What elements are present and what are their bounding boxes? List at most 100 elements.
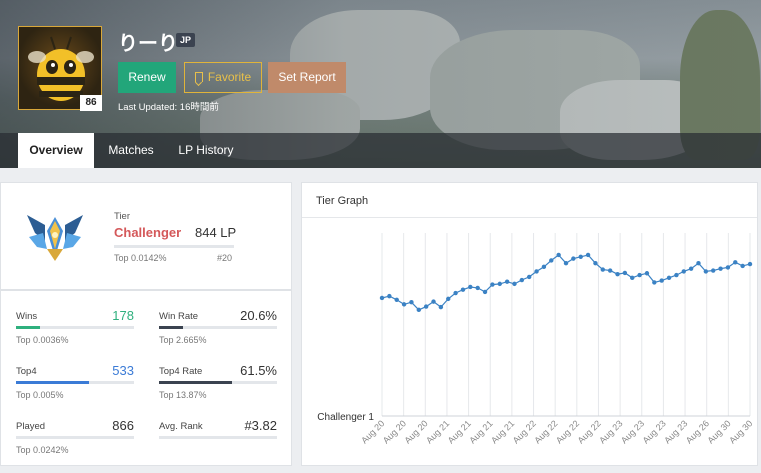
data-point[interactable] [423, 304, 429, 309]
tier-graph-chart: Aug 20Aug 20Aug 20Aug 21Aug 21Aug 21Aug … [317, 233, 754, 446]
x-tick-label: Aug 20 [381, 418, 408, 445]
rank-card: Tier Challenger 844 LP Top 0.0142% #20 [0, 182, 292, 290]
x-tick-label: Aug 22 [511, 418, 538, 445]
data-point[interactable] [703, 269, 709, 274]
x-tick-label: Aug 26 [684, 418, 711, 445]
x-tick-label: Aug 21 [489, 418, 516, 445]
data-point[interactable] [630, 275, 635, 281]
favorite-label: Favorite [207, 70, 252, 84]
stat-value: 61.5% [240, 363, 277, 378]
tier-graph-card: Tier Graph Aug 20 Aug 20 Aug 20 Aug 21 Aug 2… [301, 182, 758, 466]
data-point[interactable] [482, 289, 488, 295]
y-tick-label: Challenger 1 [317, 412, 374, 423]
data-point[interactable] [696, 260, 701, 266]
data-point[interactable] [468, 284, 473, 290]
x-tick-label: Aug 21 [446, 418, 473, 445]
stat-label: Win Rate [159, 311, 199, 322]
tab-lp-history[interactable]: LP History [168, 133, 244, 168]
bookmark-icon [194, 72, 203, 82]
data-point[interactable] [666, 275, 672, 281]
data-point[interactable] [688, 266, 694, 271]
last-updated: Last Updated: 16時間前 [118, 102, 219, 113]
stat-bar [16, 436, 134, 439]
data-point[interactable] [637, 272, 642, 278]
summoner-name: りーり [118, 33, 178, 55]
data-point[interactable] [446, 296, 451, 302]
data-point[interactable] [563, 260, 569, 266]
stat-bar-fill [159, 381, 232, 384]
data-point[interactable] [674, 272, 679, 278]
tier-name: Challenger [114, 225, 182, 240]
data-point[interactable] [718, 266, 723, 271]
data-point[interactable] [725, 265, 731, 270]
data-point[interactable] [549, 258, 554, 263]
x-tick-label: Aug 21 [424, 418, 451, 445]
data-point[interactable] [681, 269, 686, 274]
data-point[interactable] [409, 299, 414, 305]
data-point[interactable] [747, 261, 753, 267]
data-point[interactable] [644, 271, 650, 276]
renew-button[interactable]: Renew [118, 62, 176, 93]
tab-matches[interactable]: Matches [96, 133, 166, 168]
stat-label: Top4 [16, 366, 37, 377]
data-point[interactable] [740, 263, 745, 269]
stat-sub: Top 0.005% [16, 390, 64, 400]
data-point[interactable] [607, 268, 613, 273]
data-point[interactable] [416, 307, 421, 313]
data-point[interactable] [460, 287, 466, 292]
stat-bar [16, 326, 134, 329]
stat-bar-fill [16, 381, 89, 384]
x-tick-label: Aug 23 [662, 418, 689, 445]
stat-label: Played [16, 421, 46, 432]
data-point[interactable] [387, 293, 392, 299]
favorite-button[interactable]: Favorite [184, 62, 262, 93]
x-tick-label: Aug 22 [576, 418, 603, 445]
stat-value: 178 [112, 308, 134, 323]
data-point[interactable] [571, 256, 576, 261]
data-point[interactable] [490, 282, 495, 287]
stat-sub: Top 2.665% [159, 335, 207, 345]
data-point[interactable] [593, 260, 598, 266]
x-tick-label: Aug 23 [641, 418, 668, 445]
data-point[interactable] [504, 279, 510, 284]
stat-value: 20.6% [240, 308, 277, 323]
data-point[interactable] [622, 270, 628, 276]
region-badge: JP [176, 33, 196, 47]
stats-card: Wins 178 Top 0.0036% Win Rate 20.6% Top … [0, 290, 292, 466]
set-report-button[interactable]: Set Report [268, 62, 346, 93]
stat-bar [159, 381, 277, 384]
tier-ladder-rank: #20 [217, 253, 233, 263]
data-point[interactable] [379, 295, 385, 301]
data-point[interactable] [652, 280, 657, 285]
data-point[interactable] [497, 281, 502, 287]
stat-bar-fill [16, 326, 40, 329]
tier-graph-title: Tier Graph [316, 195, 369, 207]
data-point[interactable] [453, 290, 458, 296]
data-point[interactable] [585, 252, 591, 258]
data-point[interactable] [519, 277, 525, 283]
data-point[interactable] [556, 252, 561, 258]
data-point[interactable] [527, 274, 532, 280]
lp-value: 844 LP [195, 225, 237, 240]
stat-bar [159, 326, 277, 329]
data-point[interactable] [512, 281, 517, 287]
data-point[interactable] [733, 260, 738, 265]
data-point[interactable] [475, 285, 480, 291]
data-point[interactable] [394, 297, 399, 302]
data-point[interactable] [438, 304, 444, 310]
data-point[interactable] [659, 278, 664, 283]
data-point[interactable] [615, 271, 620, 277]
data-point[interactable] [431, 299, 436, 304]
data-point[interactable] [534, 269, 539, 274]
data-point[interactable] [541, 264, 547, 270]
data-point[interactable] [600, 267, 605, 272]
stat-label: Top4 Rate [159, 366, 203, 377]
stat-sub: Top 0.0242% [16, 445, 69, 455]
x-tick-label: Aug 23 [619, 418, 646, 445]
tab-overview[interactable]: Overview [18, 133, 94, 168]
stat-sub: Top 0.0036% [16, 335, 69, 345]
data-point[interactable] [578, 254, 583, 259]
data-point[interactable] [711, 268, 716, 273]
x-tick-label: Aug 23 [597, 418, 624, 445]
data-point[interactable] [401, 302, 407, 307]
